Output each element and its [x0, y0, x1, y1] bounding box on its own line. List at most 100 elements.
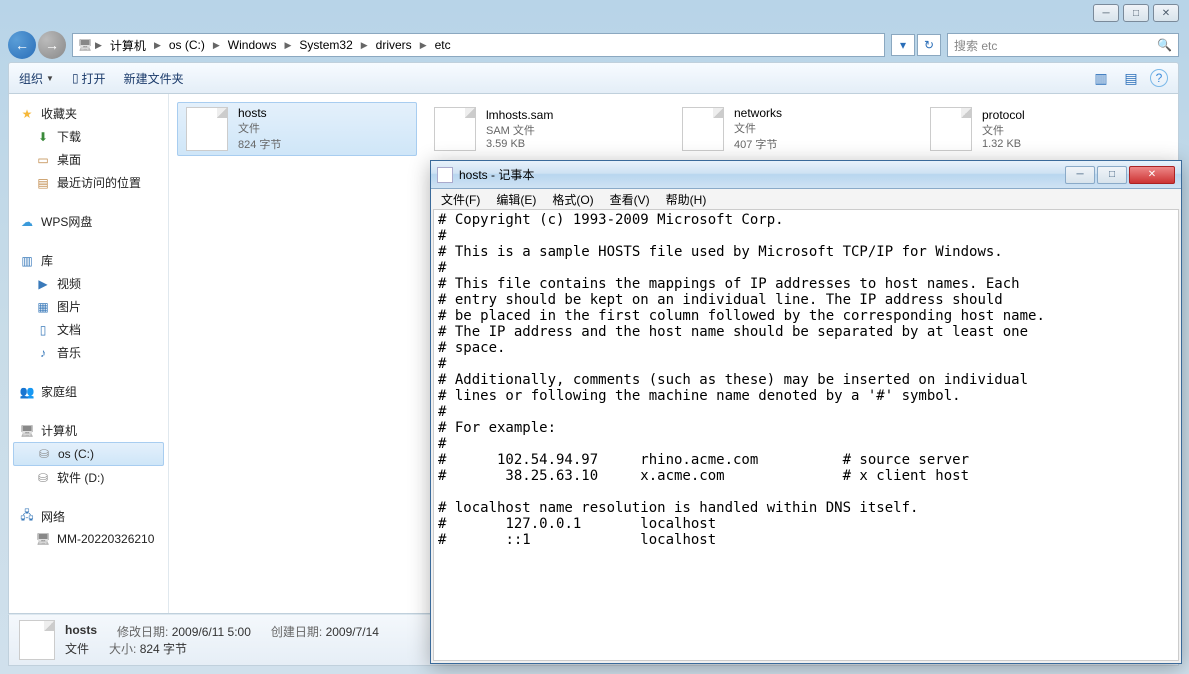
pc-icon: 🖥	[35, 531, 51, 547]
file-lmhosts[interactable]: lmhosts.sam SAM 文件 3.59 KB	[425, 102, 665, 156]
details-created: 2009/7/14	[326, 625, 379, 639]
notepad-close-button[interactable]: ✕	[1129, 166, 1175, 184]
desktop-icon: ▭	[35, 152, 51, 168]
search-icon: 🔍	[1157, 38, 1172, 52]
window-controls: ─ □ ✕	[1093, 4, 1179, 22]
file-size: 407 字节	[734, 136, 782, 152]
notepad-maximize-button[interactable]: □	[1097, 166, 1127, 184]
bc-windows[interactable]: Windows	[222, 38, 283, 52]
notepad-titlebar[interactable]: hosts - 记事本 ─ □ ✕	[431, 161, 1181, 189]
toolbar: 组织 ▼ ▯ 打开 新建文件夹 ▥ ▤ ?	[8, 62, 1179, 94]
back-button[interactable]: ←	[8, 31, 36, 59]
help-button[interactable]: ?	[1150, 69, 1168, 87]
notepad-icon	[437, 167, 453, 183]
sidebar-wps[interactable]: ☁WPS网盘	[13, 210, 164, 233]
close-button[interactable]: ✕	[1153, 4, 1179, 22]
menu-file[interactable]: 文件(F)	[435, 190, 486, 209]
file-type: SAM 文件	[486, 122, 553, 138]
download-icon: ⬇	[35, 129, 51, 145]
library-icon: ▥	[19, 253, 35, 269]
file-icon	[682, 107, 724, 151]
sidebar-videos[interactable]: ▶视频	[13, 272, 164, 295]
dropdown-button[interactable]: ▾	[891, 34, 915, 56]
sidebar-network-pc[interactable]: 🖥MM-20220326210	[13, 528, 164, 550]
file-protocol[interactable]: protocol 文件 1.32 KB	[921, 102, 1161, 156]
details-modified: 2009/6/11 5:00	[172, 625, 251, 639]
sidebar: ★收藏夹 ⬇下载 ▭桌面 ▤最近访问的位置 ☁WPS网盘 ▥库 ▶视频 ▦图片 …	[9, 94, 169, 613]
homegroup-icon: 👥	[19, 384, 35, 400]
chevron-down-icon: ▼	[46, 74, 54, 83]
file-size: 824 字节	[238, 136, 281, 152]
notepad-textarea[interactable]: # Copyright (c) 1993-2009 Microsoft Corp…	[433, 209, 1179, 661]
sidebar-drive-d[interactable]: ⛁软件 (D:)	[13, 466, 164, 489]
chevron-right-icon: ▶	[152, 40, 163, 51]
file-name: hosts	[238, 106, 281, 120]
file-icon	[186, 107, 228, 151]
bc-etc[interactable]: etc	[429, 38, 457, 52]
sidebar-homegroup[interactable]: 👥家庭组	[13, 380, 164, 403]
nav-bar: ← → 🖥 ▶ 计算机 ▶ os (C:) ▶ Windows ▶ System…	[8, 30, 1179, 60]
sidebar-documents[interactable]: ▯文档	[13, 318, 164, 341]
sidebar-favorites[interactable]: ★收藏夹	[13, 102, 164, 125]
maximize-button[interactable]: □	[1123, 4, 1149, 22]
view-button[interactable]: ▥	[1090, 67, 1112, 89]
file-icon	[434, 107, 476, 151]
computer-icon: 🖥	[77, 37, 93, 53]
sidebar-computer[interactable]: 🖥计算机	[13, 419, 164, 442]
file-type: 文件	[982, 122, 1025, 138]
new-folder-button[interactable]: 新建文件夹	[124, 70, 184, 87]
drive-icon: ⛁	[35, 470, 51, 486]
menu-view[interactable]: 查看(V)	[604, 190, 656, 209]
forward-button[interactable]: →	[38, 31, 66, 59]
bc-system32[interactable]: System32	[293, 38, 358, 52]
sidebar-pictures[interactable]: ▦图片	[13, 295, 164, 318]
preview-pane-button[interactable]: ▤	[1120, 67, 1142, 89]
sidebar-downloads[interactable]: ⬇下载	[13, 125, 164, 148]
video-icon: ▶	[35, 276, 51, 292]
menu-format[interactable]: 格式(O)	[546, 190, 599, 209]
computer-icon: 🖥	[19, 423, 35, 439]
bc-drivers[interactable]: drivers	[370, 38, 418, 52]
recent-icon: ▤	[35, 175, 51, 191]
open-button[interactable]: ▯ 打开	[72, 70, 106, 87]
file-name: networks	[734, 106, 782, 120]
notepad-minimize-button[interactable]: ─	[1065, 166, 1095, 184]
search-input[interactable]: 搜索 etc 🔍	[947, 33, 1179, 57]
menu-help[interactable]: 帮助(H)	[660, 190, 713, 209]
picture-icon: ▦	[35, 299, 51, 315]
search-placeholder: 搜索 etc	[954, 37, 997, 54]
file-icon	[19, 620, 55, 660]
details-size: 824 字节	[140, 642, 187, 656]
notepad-window[interactable]: hosts - 记事本 ─ □ ✕ 文件(F) 编辑(E) 格式(O) 查看(V…	[430, 160, 1182, 664]
sidebar-drive-c[interactable]: ⛁os (C:)	[13, 442, 164, 466]
star-icon: ★	[19, 106, 35, 122]
bc-drive[interactable]: os (C:)	[163, 38, 211, 52]
menu-edit[interactable]: 编辑(E)	[490, 190, 542, 209]
file-name: lmhosts.sam	[486, 108, 553, 122]
file-icon	[930, 107, 972, 151]
file-networks[interactable]: networks 文件 407 字节	[673, 102, 913, 156]
file-type: 文件	[734, 120, 782, 136]
chevron-right-icon: ▶	[93, 40, 104, 51]
organize-menu[interactable]: 组织 ▼	[19, 70, 54, 87]
minimize-button[interactable]: ─	[1093, 4, 1119, 22]
document-icon: ▯	[35, 322, 51, 338]
file-hosts[interactable]: hosts 文件 824 字节	[177, 102, 417, 156]
sidebar-library[interactable]: ▥库	[13, 249, 164, 272]
details-type: 文件	[65, 640, 89, 657]
sidebar-music[interactable]: ♪音乐	[13, 341, 164, 364]
chevron-right-icon: ▶	[359, 40, 370, 51]
refresh-button[interactable]: ↻	[917, 34, 941, 56]
file-size: 1.32 KB	[982, 138, 1025, 150]
sidebar-desktop[interactable]: ▭桌面	[13, 148, 164, 171]
file-size: 3.59 KB	[486, 138, 553, 150]
sidebar-recent[interactable]: ▤最近访问的位置	[13, 171, 164, 194]
file-name: protocol	[982, 108, 1025, 122]
details-size-label: 大小:	[109, 642, 136, 656]
details-modified-label: 修改日期:	[117, 625, 168, 639]
breadcrumb[interactable]: 🖥 ▶ 计算机 ▶ os (C:) ▶ Windows ▶ System32 ▶…	[72, 33, 885, 57]
sidebar-network[interactable]: 🖧网络	[13, 505, 164, 528]
details-created-label: 创建日期:	[271, 625, 322, 639]
notepad-title: hosts - 记事本	[459, 166, 534, 183]
bc-computer[interactable]: 计算机	[104, 37, 152, 54]
